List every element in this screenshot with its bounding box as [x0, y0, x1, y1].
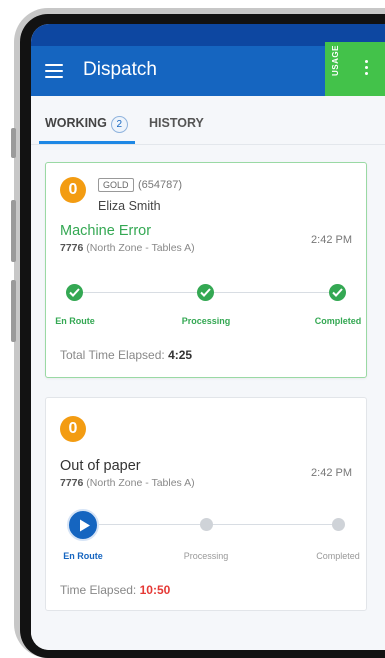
app-screen: Dispatch USAGE WORKING 2 HISTORY 0 GOLD (…	[31, 24, 385, 650]
tab-working[interactable]: WORKING 2	[45, 116, 128, 133]
location-desc: (North Zone - Tables A)	[86, 242, 195, 254]
location-id: 7776	[60, 477, 84, 489]
priority-badge: 0	[60, 177, 86, 203]
step-completed-pending-icon	[332, 518, 345, 531]
elapsed-time: Time Elapsed: 10:50	[60, 583, 170, 597]
usage-button[interactable]: USAGE	[325, 42, 385, 96]
issue-title: Out of paper	[60, 458, 141, 474]
tab-history[interactable]: HISTORY	[149, 116, 204, 130]
location: 7776 (North Zone - Tables A)	[60, 477, 195, 489]
step-en-route-check-icon	[66, 284, 83, 301]
more-vert-icon[interactable]	[365, 60, 369, 78]
tab-working-label: WORKING	[45, 116, 107, 130]
elapsed-value: 4:25	[168, 348, 193, 362]
step-label-processing: Processing	[181, 316, 231, 326]
tab-bar: WORKING 2 HISTORY	[31, 96, 385, 145]
elapsed-label: Total Time Elapsed:	[60, 348, 165, 362]
app-bar: Dispatch USAGE	[31, 42, 385, 96]
ticket-card[interactable]: 0 GOLD (654787) Eliza Smith Machine Erro…	[45, 162, 367, 378]
tab-working-count-badge: 2	[110, 116, 128, 133]
location-id: 7776	[60, 242, 84, 254]
usage-label: USAGE	[331, 45, 340, 76]
elapsed-value: 10:50	[139, 583, 171, 597]
tier-badge: GOLD	[98, 178, 134, 192]
phone-volume-up-button	[11, 200, 16, 262]
step-label-completed: Completed	[316, 551, 360, 561]
ticket-card[interactable]: 0 Out of paper 7776 (North Zone - Tables…	[45, 397, 367, 611]
step-label-en-route: En Route	[63, 551, 103, 561]
ticket-time: 2:42 PM	[311, 234, 352, 246]
priority-badge: 0	[60, 416, 86, 442]
ticket-list: 0 GOLD (654787) Eliza Smith Machine Erro…	[31, 145, 385, 650]
step-processing-pending-icon	[200, 518, 213, 531]
customer-name: Eliza Smith	[98, 199, 161, 213]
active-tab-indicator	[39, 141, 135, 144]
phone-volume-down-button	[11, 280, 16, 342]
step-completed-check-icon	[329, 284, 346, 301]
phone-side-button	[11, 128, 16, 158]
location: 7776 (North Zone - Tables A)	[60, 242, 195, 254]
ticket-time: 2:42 PM	[311, 467, 352, 479]
step-label-en-route: En Route	[55, 316, 95, 326]
hamburger-menu-icon[interactable]	[45, 64, 63, 78]
location-desc: (North Zone - Tables A)	[86, 477, 195, 489]
step-label-processing: Processing	[183, 551, 229, 561]
issue-title: Machine Error	[60, 223, 152, 239]
elapsed-time: Total Time Elapsed: 4:25	[60, 348, 192, 362]
account-number: (654787)	[138, 179, 183, 191]
step-processing-check-icon	[197, 284, 214, 301]
step-label-completed: Completed	[314, 316, 362, 326]
step-en-route-play-icon[interactable]	[67, 509, 99, 541]
elapsed-label: Time Elapsed:	[60, 583, 137, 597]
app-title: Dispatch	[83, 59, 157, 80]
